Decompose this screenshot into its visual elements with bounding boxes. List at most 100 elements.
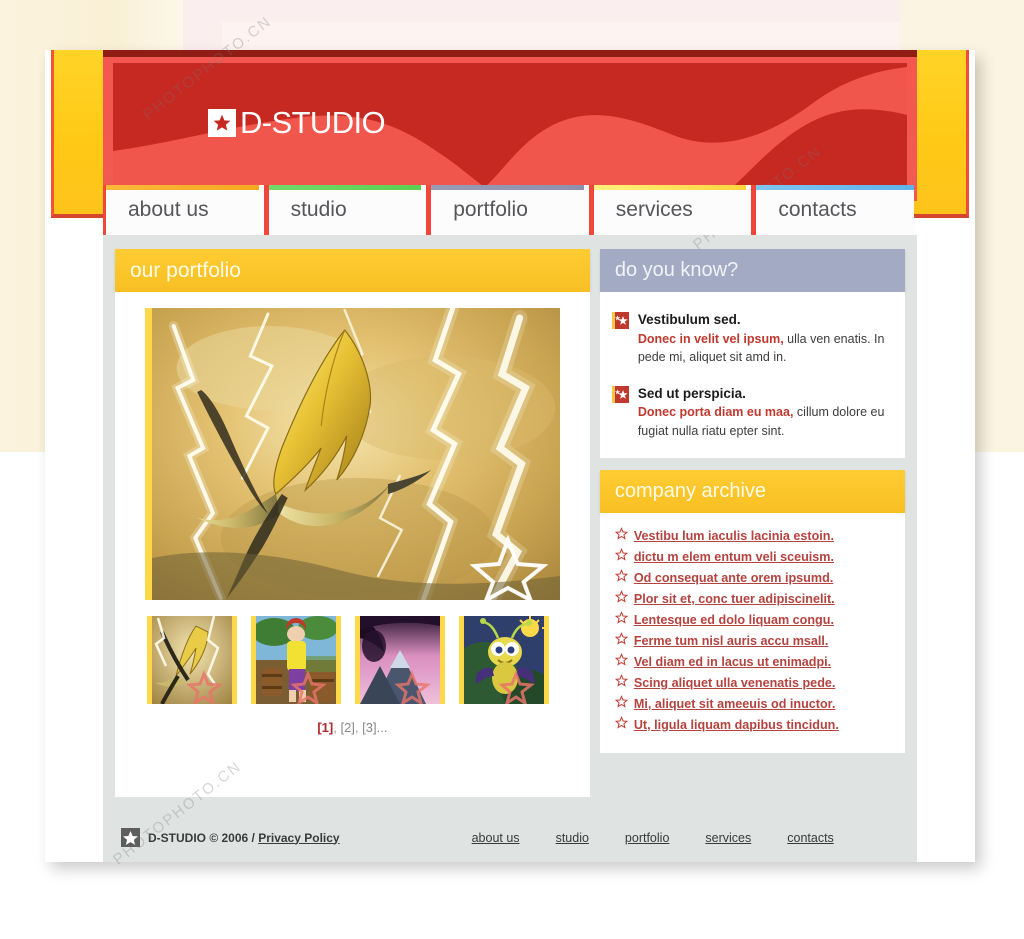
did-you-know-item: Sed ut perspicia. Donec porta diam eu ma…	[611, 384, 891, 440]
privacy-policy-link[interactable]: Privacy Policy	[258, 831, 339, 845]
footer-link-about-us[interactable]: about us	[472, 831, 520, 845]
star-outline-icon	[614, 589, 628, 603]
footer-copyright-text: D-STUDIO © 2006 /	[148, 830, 259, 845]
nav-tab-label: contacts	[778, 198, 857, 221]
archive-list-item[interactable]: Ferme tum nisl auris accu msall.	[610, 631, 895, 648]
archive-link[interactable]: Ferme tum nisl auris accu msall.	[634, 634, 829, 648]
content-area: our portfolio [1], [2], [3]... do you kn…	[103, 235, 917, 862]
nav-tab-label: about us	[128, 198, 209, 221]
portfolio-thumbnails	[145, 616, 560, 704]
archive-list-item[interactable]: dictu m elem entum veli sceuism.	[610, 547, 895, 564]
did-you-know-heading-text: do you know?	[614, 259, 739, 281]
star-outline-icon	[614, 652, 628, 666]
thumbnail-1[interactable]	[146, 616, 237, 704]
star-outline-icon	[614, 610, 628, 624]
archive-link[interactable]: Plor sit et, conc tuer adipiscinelit.	[634, 592, 835, 606]
nav-tab-contacts[interactable]: contacts	[756, 185, 914, 235]
star-outline-icon	[614, 526, 628, 540]
archive-list-item[interactable]: Plor sit et, conc tuer adipiscinelit.	[610, 589, 895, 606]
archive-list-item[interactable]: Mi, aliquet sit ameeuis od inuctor.	[610, 694, 895, 711]
thumbnail-man-barrels-image	[255, 616, 336, 704]
did-you-know-text: Sed ut perspicia. Donec porta diam eu ma…	[638, 384, 891, 440]
did-you-know-lead: Donec porta diam eu maa,	[637, 405, 794, 420]
nav-tab-label: portfolio	[453, 198, 528, 221]
star-outline-icon	[614, 673, 628, 687]
pagination-page-2[interactable]: [2]	[340, 720, 354, 735]
company-archive-header: company archive	[599, 469, 905, 513]
did-you-know-text: Vestibulum sed. Donec in velit vel ipsum…	[638, 310, 891, 366]
footer-link-services[interactable]: services	[705, 831, 751, 845]
archive-link[interactable]: Vestibu lum iaculis lacinia estoin.	[634, 529, 834, 543]
archive-list-item[interactable]: Vel diam ed in lacus ut enimadpi.	[610, 652, 895, 669]
nav-tab-about-us[interactable]: about us	[106, 185, 269, 235]
site-logo[interactable]: D-STUDIO	[208, 105, 386, 141]
portfolio-section-header: our portfolio	[115, 249, 590, 292]
side-panel-left	[51, 50, 109, 218]
nav-tab-services[interactable]: services	[593, 185, 757, 235]
archive-link[interactable]: Od consequat ante orem ipsumd.	[634, 571, 833, 585]
archive-link[interactable]: Ut, ligula liquam dapibus tincidun.	[634, 718, 839, 732]
star-outline-icon	[614, 631, 628, 645]
company-archive-heading-text: company archive	[614, 479, 767, 502]
page-card: D-STUDIO about us studio portfolio servi…	[45, 50, 975, 862]
footer-link-studio[interactable]: studio	[556, 831, 589, 845]
thumbnail-4[interactable]	[458, 616, 549, 704]
did-you-know-item: Vestibulum sed. Donec in velit vel ipsum…	[611, 310, 891, 366]
star-outline-icon	[614, 715, 628, 729]
archive-list-item[interactable]: Vestibu lum iaculis lacinia estoin.	[610, 526, 895, 543]
pagination-more: ...	[376, 720, 388, 735]
nav-left-cap	[103, 185, 106, 235]
archive-link[interactable]: Mi, aliquet sit ameeuis od inuctor.	[634, 697, 836, 711]
content-columns: our portfolio [1], [2], [3]... do you kn…	[115, 249, 905, 797]
thumbnail-2[interactable]	[250, 616, 341, 704]
archive-link[interactable]: Scing aliquet ulla venenatis pede.	[634, 676, 836, 690]
pagination-page-3[interactable]: [3]	[362, 720, 376, 735]
archive-list-item[interactable]: Scing aliquet ulla venenatis pede.	[610, 673, 895, 690]
pagination-current[interactable]: [1]	[317, 720, 333, 735]
portfolio-body: [1], [2], [3]...	[115, 292, 590, 797]
footer-link-contacts[interactable]: contacts	[787, 831, 834, 845]
archive-list-item[interactable]: Ut, ligula liquam dapibus tincidun.	[610, 715, 895, 732]
logo-text: D-STUDIO	[240, 105, 386, 140]
thumbnail-bug-sun-image	[463, 616, 544, 704]
archive-list-item[interactable]: Lentesque ed dolo liquam congu.	[610, 610, 895, 627]
star-outline-icon	[614, 694, 628, 708]
sidebar-column: do you know? Vestibulum sed. Donec in ve…	[599, 249, 905, 797]
main-navigation: about us studio portfolio services conta…	[106, 185, 914, 235]
did-you-know-header: do you know?	[599, 249, 905, 292]
nav-tab-studio[interactable]: studio	[268, 185, 432, 235]
star-outline-icon	[614, 547, 628, 561]
star-square-icon	[208, 109, 236, 137]
footer-navigation: about us studio portfolio services conta…	[472, 831, 834, 845]
thumbnail-mountain-blossom-image	[359, 616, 440, 704]
flag-star-icon	[611, 385, 629, 403]
site-header: D-STUDIO	[103, 50, 917, 193]
did-you-know-lead: Donec in velit vel ipsum,	[637, 331, 784, 346]
side-panel-right	[911, 50, 969, 218]
thumbnail-3[interactable]	[354, 616, 445, 704]
did-you-know-title: Sed ut perspicia.	[637, 385, 746, 401]
portfolio-pagination: [1], [2], [3]...	[115, 720, 590, 735]
dragon-lightning-image	[151, 308, 560, 600]
did-you-know-title: Vestibulum sed.	[637, 312, 741, 327]
thumbnail-dragon-image	[151, 616, 232, 704]
star-outline-icon	[614, 568, 628, 582]
star-square-icon	[121, 828, 140, 847]
footer-link-portfolio[interactable]: portfolio	[625, 831, 669, 845]
footer-copyright: D-STUDIO © 2006 / Privacy Policy	[148, 831, 340, 845]
archive-link[interactable]: Vel diam ed in lacus ut enimadpi.	[634, 655, 831, 669]
archive-list-item[interactable]: Od consequat ante orem ipsumd.	[610, 568, 895, 585]
flag-star-icon	[611, 312, 629, 329]
footer-branding: D-STUDIO © 2006 / Privacy Policy	[121, 828, 340, 847]
portfolio-heading-text: our portfolio	[130, 258, 241, 282]
did-you-know-body: Vestibulum sed. Donec in velit vel ipsum…	[599, 292, 905, 458]
nav-tab-label: studio	[290, 198, 347, 221]
archive-link[interactable]: Lentesque ed dolo liquam congu.	[634, 613, 834, 627]
nav-tab-portfolio[interactable]: portfolio	[431, 185, 594, 235]
nav-tab-label: services	[615, 198, 693, 221]
archive-link[interactable]: dictu m elem entum veli sceuism.	[634, 550, 834, 564]
portfolio-main-image[interactable]	[144, 308, 560, 600]
site-footer: D-STUDIO © 2006 / Privacy Policy about u…	[103, 813, 917, 862]
company-archive-body: Vestibu lum iaculis lacinia estoin. dict…	[599, 512, 905, 753]
portfolio-column: our portfolio [1], [2], [3]...	[115, 249, 590, 797]
